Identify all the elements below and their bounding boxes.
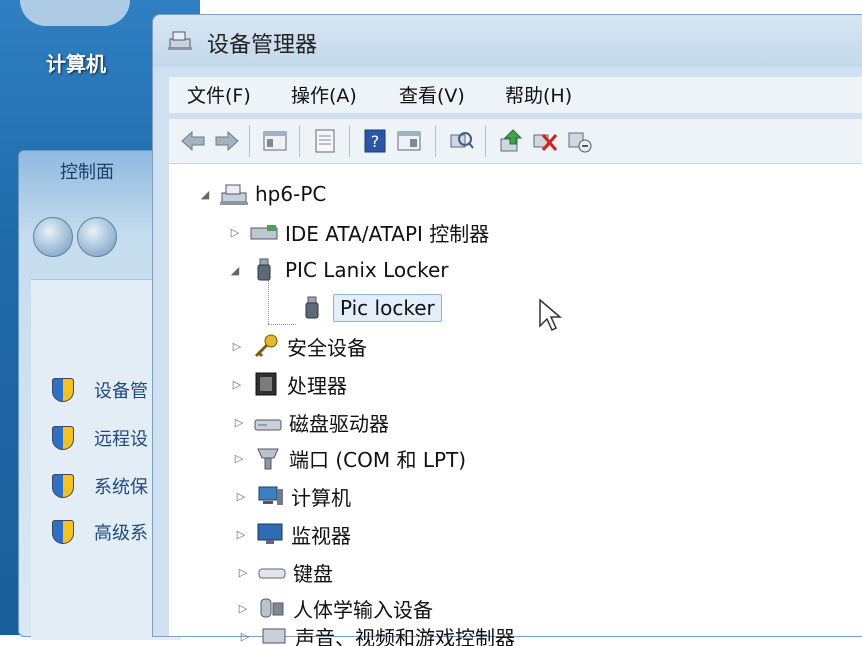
cpu-icon bbox=[255, 372, 277, 396]
usb-device-icon bbox=[305, 296, 319, 319]
tree-item-processors[interactable]: ▷ 处理器 bbox=[229, 368, 347, 400]
tree-item-ide[interactable]: ▷ IDE ATA/ATAPI 控制器 bbox=[227, 216, 490, 248]
expand-arrow-icon[interactable]: ▷ bbox=[229, 378, 245, 391]
device-tree: ◢ hp6-PC ▷ IDE ATA/ATAPI 控制器 ◢ PIC Lanix… bbox=[169, 164, 862, 646]
menu-help[interactable]: 帮助(H) bbox=[505, 81, 572, 108]
expand-arrow-icon[interactable]: ▷ bbox=[235, 566, 251, 579]
recycle-bin-icon[interactable] bbox=[20, 0, 130, 26]
tree-item-label: 端口 (COM 和 LPT) bbox=[289, 447, 467, 472]
menu-action[interactable]: 操作(A) bbox=[291, 81, 357, 108]
svg-text:?: ? bbox=[371, 132, 380, 151]
expand-arrow-icon[interactable]: ▷ bbox=[231, 416, 247, 429]
expand-arrow-icon[interactable]: ▷ bbox=[233, 490, 249, 503]
device-manager-window: 设备管理器 文件(F) 操作(A) 查看(V) 帮助(H) ? ◢ hp6-PC… bbox=[152, 14, 862, 646]
tree-item-pic-locker[interactable]: Pic locker bbox=[297, 292, 442, 324]
tree-item-sound[interactable]: ▷ 声音、视频和游戏控制器 bbox=[237, 626, 515, 646]
tree-item-label: 键盘 bbox=[293, 561, 333, 586]
tree-guide-line bbox=[268, 324, 296, 325]
forward-icon[interactable] bbox=[213, 127, 241, 155]
disk-drive-icon bbox=[254, 419, 282, 431]
action-pane-icon[interactable] bbox=[395, 127, 423, 155]
scan-hardware-icon[interactable] bbox=[447, 127, 475, 155]
toolbar-separator bbox=[249, 125, 250, 157]
properties-icon[interactable] bbox=[311, 127, 339, 155]
device-manager-app-icon bbox=[168, 31, 192, 50]
sidebar-link-label: 设备管 bbox=[94, 381, 148, 402]
keyboard-icon bbox=[258, 568, 286, 579]
help-icon[interactable]: ? bbox=[361, 127, 389, 155]
tree-root-computer[interactable]: ◢ hp6-PC bbox=[197, 178, 327, 210]
tree-item-label: 监视器 bbox=[291, 523, 351, 548]
disable-device-icon[interactable] bbox=[531, 127, 559, 155]
tree-item-label: PIC Lanix Locker bbox=[285, 258, 449, 282]
sidebar-link-label: 高级系 bbox=[94, 523, 148, 544]
toolbar-separator bbox=[435, 125, 436, 157]
update-driver-icon[interactable] bbox=[497, 127, 525, 155]
tree-item-security-devices[interactable]: ▷ 安全设备 bbox=[229, 330, 367, 362]
console-tree-icon[interactable] bbox=[261, 127, 289, 155]
tree-item-monitors[interactable]: ▷ 监视器 bbox=[233, 518, 351, 550]
expand-arrow-icon[interactable]: ▷ bbox=[237, 630, 253, 643]
tree-item-disk-drives[interactable]: ▷ 磁盘驱动器 bbox=[231, 406, 389, 438]
tree-item-pic-lanix-locker[interactable]: ◢ PIC Lanix Locker bbox=[227, 254, 449, 286]
expand-arrow-icon[interactable]: ▷ bbox=[227, 226, 243, 239]
forward-nav-icon[interactable] bbox=[77, 217, 117, 257]
sidebar-link-system-protection[interactable]: 系统保 bbox=[52, 472, 148, 500]
uac-shield-icon bbox=[52, 426, 74, 450]
sidebar-link-label: 系统保 bbox=[94, 477, 148, 498]
desktop-computer-label[interactable]: 计算机 bbox=[46, 48, 106, 77]
toolbar: ? bbox=[169, 119, 862, 164]
uninstall-icon[interactable] bbox=[565, 127, 593, 155]
tree-item-label: 声音、视频和游戏控制器 bbox=[295, 626, 515, 646]
expand-arrow-icon[interactable]: ▷ bbox=[233, 528, 249, 541]
tree-item-label: IDE ATA/ATAPI 控制器 bbox=[285, 221, 490, 246]
tree-root-label: hp6-PC bbox=[255, 182, 327, 206]
menu-bar: 文件(F) 操作(A) 查看(V) 帮助(H) bbox=[169, 77, 862, 113]
toolbar-separator bbox=[485, 125, 486, 157]
sidebar-link-remote[interactable]: 远程设 bbox=[52, 424, 148, 452]
uac-shield-icon bbox=[52, 520, 74, 544]
tree-item-keyboards[interactable]: ▷ 键盘 bbox=[235, 556, 333, 588]
toolbar-separator bbox=[299, 125, 300, 157]
back-nav-icon[interactable] bbox=[33, 217, 73, 257]
window-title: 设备管理器 bbox=[207, 33, 318, 58]
tree-item-label: Pic locker bbox=[333, 294, 442, 322]
tree-item-computer[interactable]: ▷ 计算机 bbox=[233, 480, 351, 512]
tree-guide-line bbox=[268, 280, 269, 324]
tree-item-label: 磁盘驱动器 bbox=[289, 411, 389, 436]
menu-view[interactable]: 查看(V) bbox=[399, 81, 465, 108]
monitor-icon bbox=[257, 523, 283, 544]
mouse-cursor-icon bbox=[539, 298, 563, 332]
tree-item-ports[interactable]: ▷ 端口 (COM 和 LPT) bbox=[231, 442, 466, 474]
tree-item-label: 安全设备 bbox=[287, 335, 367, 360]
computer-icon bbox=[220, 184, 248, 205]
menu-file[interactable]: 文件(F) bbox=[187, 81, 251, 108]
control-panel-home-link[interactable]: 控制面 bbox=[60, 158, 114, 184]
sound-icon bbox=[262, 628, 286, 644]
expand-arrow-icon[interactable]: ▷ bbox=[229, 340, 245, 353]
sidebar-link-advanced-settings[interactable]: 高级系 bbox=[52, 518, 148, 546]
title-bar[interactable]: 设备管理器 bbox=[153, 15, 862, 67]
collapse-arrow-icon[interactable]: ◢ bbox=[197, 188, 213, 201]
tree-item-label: 计算机 bbox=[291, 485, 351, 510]
computer-icon bbox=[258, 486, 283, 505]
uac-shield-icon bbox=[52, 474, 74, 498]
collapse-arrow-icon[interactable]: ◢ bbox=[227, 264, 243, 277]
toolbar-separator bbox=[349, 125, 350, 157]
usb-device-icon bbox=[257, 258, 271, 281]
uac-shield-icon bbox=[52, 378, 74, 402]
hid-icon bbox=[260, 598, 284, 618]
sidebar-link-device-manager[interactable]: 设备管 bbox=[52, 376, 148, 404]
expand-arrow-icon[interactable]: ▷ bbox=[231, 452, 247, 465]
sidebar-link-label: 远程设 bbox=[94, 429, 148, 450]
ide-controller-icon bbox=[250, 225, 278, 240]
tree-item-label: 人体学输入设备 bbox=[293, 597, 433, 622]
tree-item-hid[interactable]: ▷ 人体学输入设备 bbox=[235, 592, 433, 624]
tree-item-label: 处理器 bbox=[287, 373, 347, 398]
expand-arrow-icon[interactable]: ▷ bbox=[235, 602, 251, 615]
port-icon bbox=[257, 448, 279, 470]
back-icon[interactable] bbox=[179, 127, 207, 155]
key-icon bbox=[254, 334, 278, 358]
